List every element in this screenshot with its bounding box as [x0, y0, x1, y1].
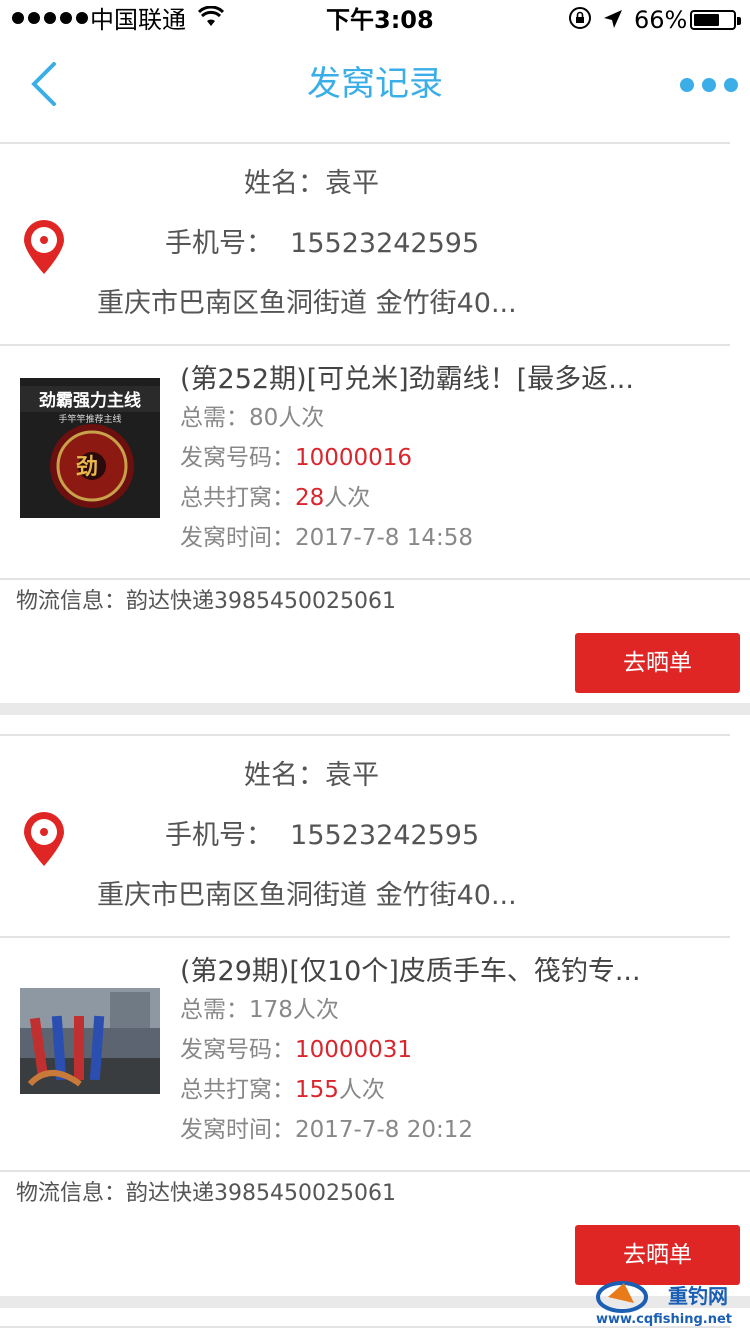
- location-pin-icon: [20, 810, 68, 868]
- send-code: 发窝号码：10000016: [180, 445, 413, 471]
- divider: [0, 578, 750, 580]
- svg-text:劲霸强力主线: 劲霸强力主线: [38, 390, 141, 411]
- dawo-count: 总共打窝：155人次: [180, 1077, 385, 1103]
- dawo-count: 总共打窝：28人次: [180, 485, 371, 511]
- location-pin-icon: [20, 218, 68, 276]
- page-title: 发窝记录: [307, 64, 443, 104]
- divider: [0, 344, 730, 346]
- logistics-info: 物流信息：韵达快递3985450025061: [16, 589, 396, 614]
- receiver-address: 重庆市巴南区鱼洞街道 金竹街40...: [97, 288, 517, 319]
- show-order-button[interactable]: 去晒单: [575, 1225, 740, 1285]
- svg-text:手竿竿推荐主线: 手竿竿推荐主线: [58, 413, 121, 425]
- divider: [0, 142, 730, 144]
- clock-label: 下午3:08: [326, 6, 434, 34]
- product-title[interactable]: (第29期)[仅10个]皮质手车、筏钓专...: [180, 954, 660, 990]
- send-time: 发窝时间：2017-7-8 14:58: [180, 525, 473, 551]
- divider: [0, 936, 730, 938]
- receiver-address: 重庆市巴南区鱼洞街道 金竹街40...: [97, 880, 517, 911]
- send-time: 发窝时间：2017-7-8 20:12: [180, 1117, 473, 1143]
- show-order-button[interactable]: 去晒单: [575, 633, 740, 693]
- svg-text:www.cqfishing.net: www.cqfishing.net: [596, 1312, 732, 1327]
- svg-text:重钓网: 重钓网: [668, 1284, 728, 1308]
- product-title[interactable]: (第252期)[可兑米]劲霸线！[最多返...: [180, 362, 660, 398]
- divider: [0, 1170, 750, 1172]
- divider: [0, 734, 730, 736]
- record-card: 姓名：袁平 手机号： 15523242595 重庆市巴南区鱼洞街道 金竹街40.…: [0, 130, 750, 696]
- signal-icon: [12, 12, 88, 24]
- product-image[interactable]: 劲霸强力主线 手竿竿推荐主线 劲: [20, 378, 160, 518]
- receiver-name: 姓名：袁平: [244, 168, 379, 199]
- receiver-phone: 手机号： 15523242595: [165, 228, 480, 259]
- status-bar: 中国联通 下午3:08 66%: [0, 0, 750, 40]
- site-watermark: 重钓网 www.cqfishing.net: [594, 1277, 744, 1329]
- carrier-label: 中国联通: [90, 6, 186, 34]
- more-dots-icon: [680, 78, 694, 92]
- rotation-lock-icon: [568, 6, 592, 38]
- more-button[interactable]: [680, 78, 738, 92]
- total-need: 总需：178人次: [180, 997, 339, 1023]
- record-card: 姓名：袁平 手机号： 15523242595 重庆市巴南区鱼洞街道 金竹街40.…: [0, 722, 750, 1288]
- receiver-name: 姓名：袁平: [244, 760, 379, 791]
- section-gap: [0, 703, 750, 715]
- send-code: 发窝号码：10000031: [180, 1037, 413, 1063]
- total-need: 总需：80人次: [180, 405, 325, 431]
- logistics-info: 物流信息：韵达快递3985450025061: [16, 1181, 396, 1206]
- location-arrow-icon: [602, 6, 624, 38]
- receiver-phone: 手机号： 15523242595: [165, 820, 480, 851]
- nav-bar: 发窝记录: [0, 40, 750, 130]
- battery-percent: 66%: [634, 6, 688, 34]
- product-image[interactable]: [20, 988, 160, 1094]
- svg-text:劲: 劲: [76, 454, 98, 480]
- wifi-icon: [197, 4, 225, 36]
- battery-icon: [690, 10, 741, 30]
